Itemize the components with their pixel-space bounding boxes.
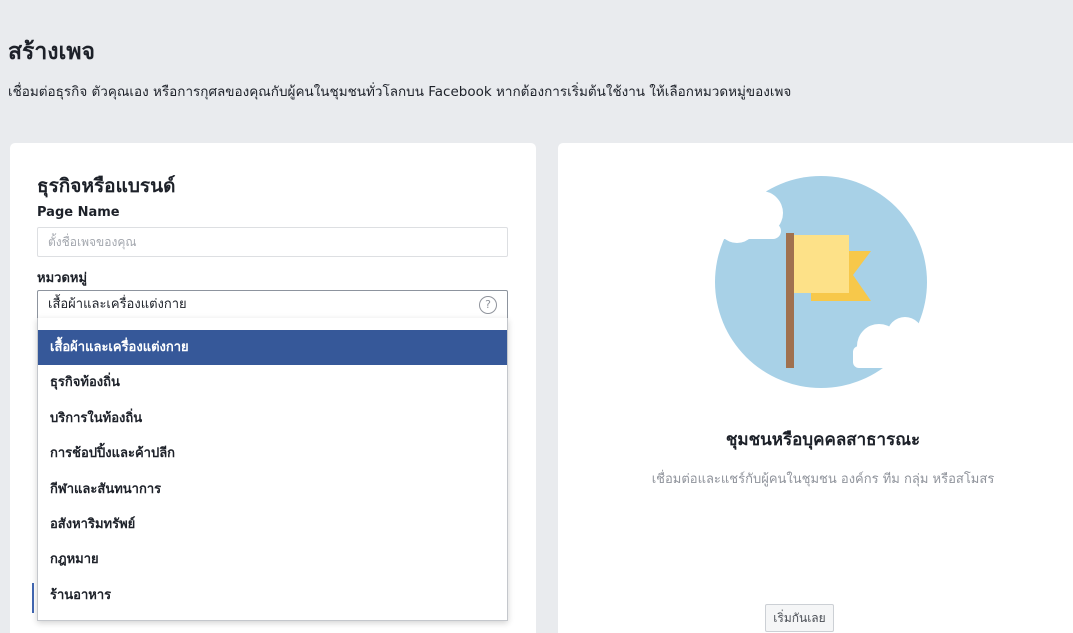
community-card-description: เชื่อมต่อและแชร์กับผู้คนในชุมชน องค์กร ท… (651, 472, 995, 487)
category-select-value: เสื้อผ้าและเครื่องแต่งกาย (48, 297, 187, 312)
flag-illustration-icon (701, 176, 938, 388)
dropdown-option[interactable]: ร้านอาหาร (38, 578, 507, 613)
page-description: เชื่อมต่อธุรกิจ ตัวคุณเอง หรือการกุศลของ… (8, 84, 792, 100)
page-name-label: Page Name (37, 205, 120, 220)
business-card-title: ธุรกิจหรือแบรนด์ (37, 175, 176, 197)
card-edge-accent (32, 583, 35, 613)
dropdown-option[interactable]: อสังหาริมทรัพย์ (38, 507, 507, 542)
flag-front (794, 235, 849, 293)
start-button[interactable]: เริ่มกันเลย (765, 604, 834, 632)
dropdown-option[interactable]: ธุรกิจท้องถิ่น (38, 365, 507, 400)
dropdown-option[interactable]: กีฬาและสันทนาการ (38, 472, 507, 507)
cloud-left (701, 191, 783, 243)
page-name-input[interactable] (37, 227, 508, 257)
category-label: หมวดหมู่ (37, 271, 88, 286)
dropdown-option[interactable]: เสื้อผ้าและเครื่องแต่งกาย (38, 330, 507, 366)
dropdown-option[interactable]: บริการในท้องถิ่น (38, 401, 507, 436)
category-select[interactable]: เสื้อผ้าและเครื่องแต่งกาย ? (37, 290, 508, 320)
community-card-title: ชุมชนหรือบุคคลสาธารณะ (725, 430, 921, 450)
help-icon[interactable]: ? (479, 296, 497, 314)
dropdown-option[interactable]: กฎหมาย (38, 542, 507, 577)
dropdown-option[interactable]: การช้อปปิ้งและค้าปลีก (38, 436, 507, 471)
community-card: ชุมชนหรือบุคคลสาธารณะ เชื่อมต่อและแชร์กั… (558, 143, 1073, 633)
flag-pole (786, 233, 794, 368)
page-title: สร้างเพจ (8, 39, 96, 65)
category-dropdown[interactable]: เสื้อผ้าและเครื่องแต่งกาย ธุรกิจท้องถิ่น… (37, 318, 508, 621)
